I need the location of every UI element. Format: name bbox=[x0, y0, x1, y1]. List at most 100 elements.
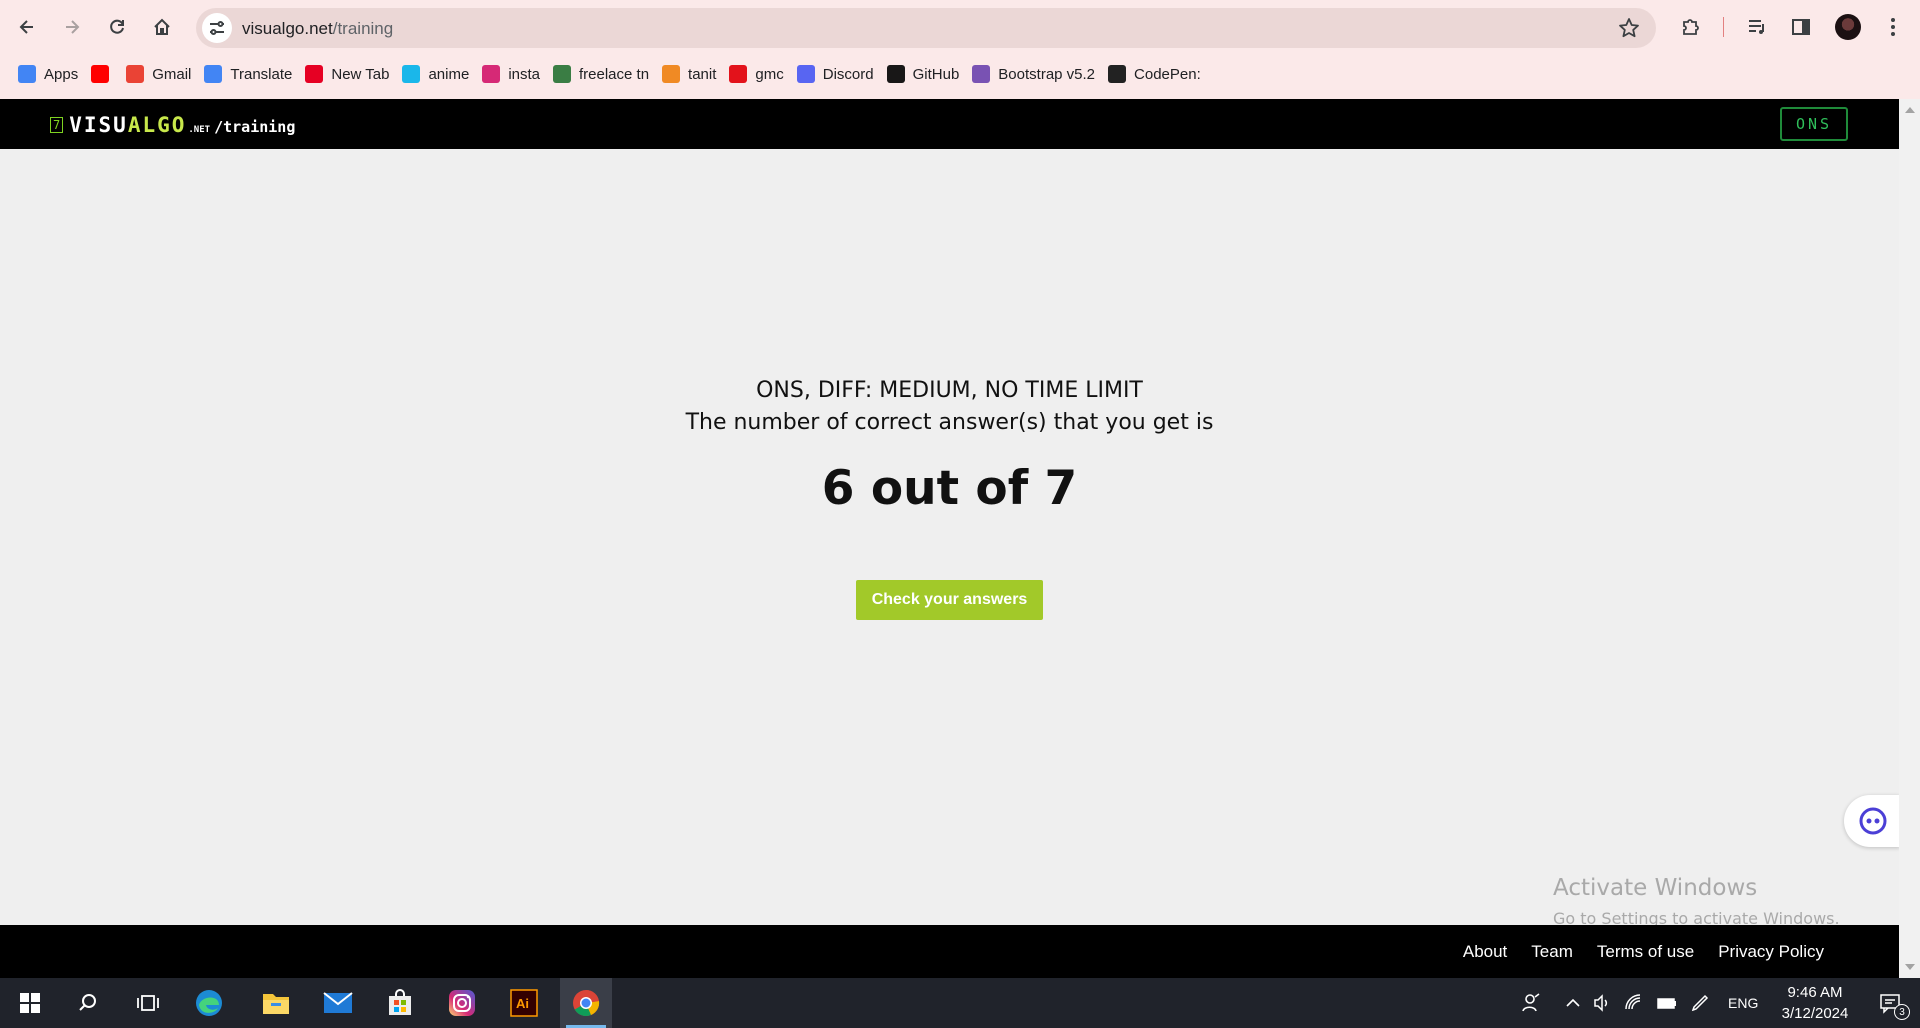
page-scrollbar[interactable] bbox=[1899, 99, 1920, 978]
url-text[interactable]: visualgo.net/training bbox=[242, 19, 393, 39]
discord-icon bbox=[796, 65, 815, 83]
side-panel-button[interactable] bbox=[1785, 11, 1817, 43]
reload-button[interactable] bbox=[101, 11, 133, 43]
bookmark-label: tanit bbox=[688, 65, 717, 83]
edge-icon bbox=[196, 990, 222, 1016]
side-panel-icon bbox=[1792, 19, 1810, 35]
check-answers-button[interactable]: Check your answers bbox=[856, 580, 1043, 620]
browser-chrome: visualgo.net/training Apps Gmail Translate… bbox=[0, 0, 1920, 99]
bookmark-youtube[interactable] bbox=[87, 59, 122, 89]
bookmark-gmc[interactable]: gmc bbox=[725, 59, 792, 89]
puzzle-icon bbox=[1683, 19, 1699, 35]
bookmark-label: GitHub bbox=[912, 65, 960, 83]
gmail-icon bbox=[126, 65, 145, 83]
instagram-icon bbox=[449, 990, 475, 1016]
media-control-button[interactable] bbox=[1741, 11, 1773, 43]
taskbar-search-button[interactable] bbox=[62, 978, 114, 1028]
scroll-down-arrow-icon[interactable] bbox=[1905, 964, 1915, 970]
footer-link-privacy[interactable]: Privacy Policy bbox=[1718, 942, 1824, 962]
taskbar-instagram[interactable] bbox=[436, 978, 488, 1028]
bookmark-insta[interactable]: insta bbox=[478, 59, 549, 89]
system-tray: ENG bbox=[1520, 978, 1758, 1028]
more-vert-icon bbox=[1891, 18, 1895, 36]
notifications-button[interactable]: 3 bbox=[1866, 978, 1916, 1028]
back-button[interactable] bbox=[11, 11, 43, 43]
reload-icon bbox=[110, 19, 124, 34]
bookmark-label: Apps bbox=[44, 65, 79, 83]
bookmark-codepen[interactable]: CodePen: bbox=[1104, 59, 1210, 89]
search-icon bbox=[79, 994, 96, 1011]
footer-link-team[interactable]: Team bbox=[1531, 942, 1573, 962]
taskbar-chrome[interactable] bbox=[560, 978, 612, 1028]
task-view-button[interactable] bbox=[122, 978, 174, 1028]
svg-text:Ai: Ai bbox=[516, 996, 529, 1011]
address-bar[interactable]: visualgo.net/training bbox=[196, 8, 1656, 48]
codepen-icon bbox=[1108, 65, 1127, 83]
browser-toolbar: visualgo.net/training bbox=[0, 0, 1920, 54]
extensions-button[interactable] bbox=[1675, 11, 1707, 43]
url-domain: visualgo.net bbox=[242, 19, 333, 38]
taskbar-edge[interactable] bbox=[183, 978, 235, 1028]
bookmark-star-button[interactable] bbox=[1618, 17, 1640, 44]
bookmark-tanit[interactable]: tanit bbox=[658, 59, 725, 89]
store-bag-icon bbox=[389, 989, 411, 1015]
bookmark-anime[interactable]: anime bbox=[398, 59, 478, 89]
watermark-title: Activate Windows bbox=[1553, 875, 1758, 901]
taskbar-file-explorer[interactable] bbox=[250, 978, 302, 1028]
home-button[interactable] bbox=[146, 11, 178, 43]
logo-path: /training bbox=[214, 118, 296, 136]
visualgo-logo[interactable]: 7 VISU ALGO .NET /training bbox=[50, 113, 295, 137]
bookmark-new-tab[interactable]: New Tab bbox=[301, 59, 398, 89]
bookmark-freelace-tn[interactable]: freelace tn bbox=[549, 59, 658, 89]
folder-icon bbox=[263, 994, 289, 1014]
people-icon[interactable] bbox=[1520, 992, 1542, 1014]
bookmark-bootstrap-v5-2[interactable]: Bootstrap v5.2 bbox=[968, 59, 1104, 89]
bookmark-label: gmc bbox=[755, 65, 784, 83]
bookmark-translate[interactable]: Translate bbox=[200, 59, 301, 89]
mail-icon bbox=[323, 992, 353, 1013]
bookmark-apps[interactable]: Apps bbox=[14, 59, 87, 89]
tune-icon bbox=[210, 21, 224, 35]
bookmark-label: Discord bbox=[822, 65, 874, 83]
clock-date: 3/12/2024 bbox=[1781, 1005, 1849, 1022]
profile-avatar[interactable] bbox=[1835, 14, 1861, 40]
windows-logo-icon bbox=[20, 993, 40, 1013]
pinterest-icon bbox=[305, 65, 324, 83]
clock-time: 9:46 AM bbox=[1787, 984, 1843, 1001]
tanit-icon bbox=[662, 65, 681, 83]
taskbar-illustrator[interactable]: Ai bbox=[498, 978, 550, 1028]
volume-icon[interactable] bbox=[1592, 993, 1612, 1013]
site-footer: About Team Terms of use Privacy Policy bbox=[0, 925, 1899, 978]
user-account-button[interactable]: ONS bbox=[1780, 107, 1848, 141]
site-info-button[interactable] bbox=[202, 13, 232, 43]
scroll-up-arrow-icon[interactable] bbox=[1905, 107, 1915, 113]
battery-icon[interactable] bbox=[1656, 993, 1678, 1013]
footer-link-about[interactable]: About bbox=[1463, 942, 1507, 962]
browser-menu-button[interactable] bbox=[1877, 11, 1909, 43]
freelance-icon bbox=[553, 65, 571, 83]
chevron-up-icon[interactable] bbox=[1564, 994, 1582, 1012]
footer-link-terms[interactable]: Terms of use bbox=[1597, 942, 1694, 962]
language-indicator[interactable]: ENG bbox=[1728, 995, 1758, 1011]
bookmark-gmail[interactable]: Gmail bbox=[122, 59, 200, 89]
windows-taskbar: Ai ENG 9:46 AM 3/12/2024 3 bbox=[0, 978, 1920, 1028]
start-button[interactable] bbox=[4, 978, 56, 1028]
taskbar-mail[interactable] bbox=[312, 978, 364, 1028]
chat-bot-icon bbox=[1859, 807, 1887, 835]
pen-icon[interactable] bbox=[1690, 993, 1710, 1013]
url-path: /training bbox=[332, 19, 394, 38]
taskbar-clock[interactable]: 9:46 AM 3/12/2024 bbox=[1774, 982, 1856, 1024]
star-icon bbox=[1619, 18, 1639, 38]
logo-net: .NET bbox=[188, 125, 211, 135]
logo-algo: ALGO bbox=[127, 113, 187, 137]
chat-assistant-button[interactable] bbox=[1844, 795, 1900, 847]
forward-button[interactable] bbox=[56, 11, 88, 43]
arrow-right-icon bbox=[66, 20, 80, 34]
logo-badge: 7 bbox=[50, 117, 64, 133]
bookmark-github[interactable]: GitHub bbox=[883, 59, 969, 89]
wifi-icon[interactable] bbox=[1624, 993, 1644, 1013]
notification-count: 3 bbox=[1894, 1004, 1910, 1020]
bookmark-discord[interactable]: Discord bbox=[793, 59, 883, 89]
gmc-icon bbox=[729, 65, 748, 83]
taskbar-store[interactable] bbox=[374, 978, 426, 1028]
